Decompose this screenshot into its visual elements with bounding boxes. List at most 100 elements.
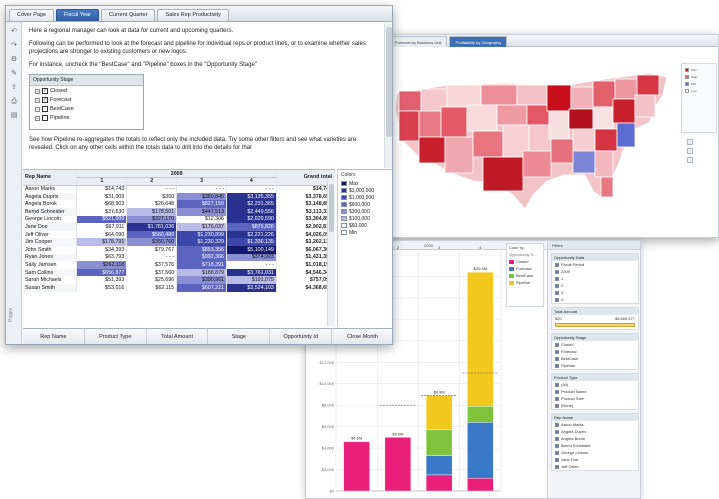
amount-cell[interactable]: - - - bbox=[176, 185, 227, 193]
filter-row[interactable]: Forecast bbox=[552, 348, 638, 355]
filter-section-title[interactable]: Product Type bbox=[552, 374, 638, 381]
table-row[interactable]: Ryan Jones $63,793- - - $992,366 $374,923 $1… bbox=[23, 253, 335, 262]
tab-profitability-geography[interactable]: Profitability by Geography bbox=[449, 36, 508, 47]
state-region[interactable] bbox=[496, 104, 528, 126]
state-region[interactable] bbox=[446, 84, 482, 108]
bar-segment-closed[interactable] bbox=[343, 441, 370, 492]
amount-cell[interactable]: - - - bbox=[226, 185, 277, 193]
state-region[interactable] bbox=[444, 136, 474, 174]
rep-name-cell[interactable]: Jim Cooper bbox=[23, 238, 78, 246]
amount-cell[interactable]: $2,449,556 bbox=[226, 207, 277, 216]
stage-item[interactable]: + BestCase bbox=[30, 104, 143, 113]
amount-cell[interactable]: $2,221,226 bbox=[226, 230, 277, 239]
amount-cell[interactable]: $1,230,329 bbox=[176, 238, 227, 246]
filter-icon[interactable]: ⚙ bbox=[10, 56, 18, 64]
state-region[interactable] bbox=[472, 130, 504, 158]
amount-cell[interactable]: $1,781,036 bbox=[126, 223, 178, 231]
bar-segment-closed[interactable] bbox=[384, 437, 412, 492]
filter-checkbox[interactable] bbox=[555, 262, 559, 267]
crosstab-scroll-thumb[interactable] bbox=[329, 184, 334, 232]
amount-cell[interactable]: - - - bbox=[126, 185, 178, 193]
filter-checkbox[interactable] bbox=[555, 269, 559, 274]
amount-cell[interactable]: $176,037 bbox=[176, 223, 227, 231]
state-region[interactable] bbox=[480, 84, 518, 106]
bar-segment-forecast[interactable] bbox=[425, 455, 453, 476]
bar-segment-closed[interactable] bbox=[425, 474, 453, 492]
zoom-in-icon[interactable] bbox=[687, 139, 693, 145]
grand-total-cell[interactable]: $3,148,856 bbox=[276, 200, 335, 208]
amount-cell[interactable]: $3,135,355 bbox=[226, 192, 277, 201]
filter-row[interactable]: Closed bbox=[552, 341, 638, 348]
grand-total-cell[interactable]: $14,743 bbox=[276, 185, 335, 193]
column-field-button[interactable]: Rep Name bbox=[23, 329, 85, 344]
color-by-item[interactable]: BestCase bbox=[507, 272, 543, 279]
amount-cell[interactable]: $656,877 bbox=[76, 268, 128, 277]
amount-cell[interactable]: - - - bbox=[226, 261, 277, 269]
text-scrollbar[interactable] bbox=[384, 23, 392, 168]
amount-cell[interactable]: $992,366 bbox=[176, 253, 227, 262]
filter-row[interactable]: 1 bbox=[552, 275, 638, 282]
table-row[interactable]: Angela Borok $68,903 $26,648 $827,150 $2,231… bbox=[23, 200, 335, 208]
amount-cell[interactable]: $350,760 bbox=[126, 238, 178, 246]
pages-side-label[interactable]: Pages bbox=[8, 308, 14, 322]
filter-checkbox[interactable] bbox=[555, 422, 559, 427]
amount-cell[interactable]: $607,221 bbox=[176, 283, 227, 292]
amount-cell[interactable]: $1,336,135 bbox=[226, 238, 277, 246]
filter-row[interactable]: (All) bbox=[552, 381, 638, 388]
filter-checkbox[interactable] bbox=[555, 342, 559, 347]
color-by-item[interactable]: Pipeline bbox=[507, 279, 543, 286]
rep-name-cell[interactable]: Susan Smith bbox=[23, 283, 78, 292]
state-region[interactable] bbox=[614, 78, 638, 100]
column-field-button[interactable]: Close Month bbox=[332, 329, 392, 344]
filter-row[interactable]: Angela Duprix bbox=[552, 428, 638, 435]
state-region[interactable] bbox=[526, 104, 550, 126]
amount-cell[interactable]: $68,903 bbox=[76, 200, 128, 208]
amount-cell[interactable]: - - - bbox=[126, 253, 178, 262]
amount-cell[interactable]: $37,576 bbox=[126, 261, 178, 269]
filter-row[interactable]: Product Name bbox=[552, 388, 638, 395]
state-region[interactable] bbox=[550, 138, 574, 164]
quarter-header[interactable]: 2 bbox=[126, 177, 178, 186]
zoom-out-icon[interactable] bbox=[687, 148, 693, 154]
stage-item[interactable]: + ✓ Forecast bbox=[30, 95, 143, 104]
filter-checkbox[interactable] bbox=[555, 283, 559, 288]
pan-icon[interactable] bbox=[687, 157, 693, 163]
state-region[interactable] bbox=[592, 106, 614, 130]
filter-checkbox[interactable] bbox=[555, 276, 559, 281]
amount-cell[interactable]: $560,480 bbox=[126, 230, 178, 239]
filter-row[interactable]: Aaron Marks bbox=[552, 421, 638, 428]
bookmark-icon[interactable]: ✎ bbox=[10, 70, 18, 78]
undo-icon[interactable]: ↶ bbox=[10, 28, 18, 36]
us-map[interactable] bbox=[387, 71, 672, 211]
table-row[interactable]: John Smith $34,393 $79,767 $853,356 $5,100,1… bbox=[23, 245, 335, 254]
page-icon[interactable]: ▤ bbox=[10, 112, 18, 120]
amount-cell[interactable]: $25,696 bbox=[126, 276, 178, 284]
grand-total-cell[interactable]: $4,026,095 bbox=[276, 230, 335, 239]
state-region[interactable] bbox=[572, 150, 596, 174]
filter-checkbox[interactable] bbox=[555, 450, 559, 455]
state-region[interactable] bbox=[594, 128, 618, 152]
amount-cell[interactable]: $51,393 bbox=[76, 276, 128, 284]
filter-checkbox[interactable] bbox=[555, 349, 559, 354]
amount-cell[interactable]: $380,845 bbox=[176, 192, 227, 201]
state-region[interactable] bbox=[634, 94, 656, 118]
table-row[interactable]: Sam Collins $656,877 $37,560 $188,879 $3,761… bbox=[23, 268, 335, 277]
state-region[interactable] bbox=[572, 128, 596, 152]
amount-cell[interactable]: $621,000 bbox=[76, 215, 128, 224]
amount-cell[interactable]: $447,513 bbox=[176, 207, 227, 216]
grand-total-cell[interactable]: $1,431,358 bbox=[276, 253, 335, 262]
tab-fiscal-year[interactable]: Fiscal Year bbox=[56, 9, 99, 21]
state-region[interactable] bbox=[466, 104, 498, 132]
state-region[interactable] bbox=[440, 106, 468, 138]
filter-row[interactable]: Jane Doe bbox=[552, 456, 638, 463]
grand-total-cell[interactable]: $3,202,131 bbox=[276, 238, 335, 246]
state-region[interactable] bbox=[616, 122, 636, 148]
tab-forecast-business-unit[interactable]: Forecast by Business Unit bbox=[389, 36, 448, 47]
amount-cell[interactable]: $34,393 bbox=[76, 245, 128, 254]
tab-cover-page[interactable]: Cover Page bbox=[9, 9, 55, 21]
share-icon[interactable]: ⇪ bbox=[10, 84, 18, 92]
amount-cell[interactable]: $37,630 bbox=[76, 207, 128, 216]
state-region[interactable] bbox=[398, 110, 420, 142]
grand-total-cell[interactable]: $2,902,810 bbox=[276, 223, 335, 231]
rep-name-cell[interactable]: Sam Collins bbox=[23, 268, 78, 277]
